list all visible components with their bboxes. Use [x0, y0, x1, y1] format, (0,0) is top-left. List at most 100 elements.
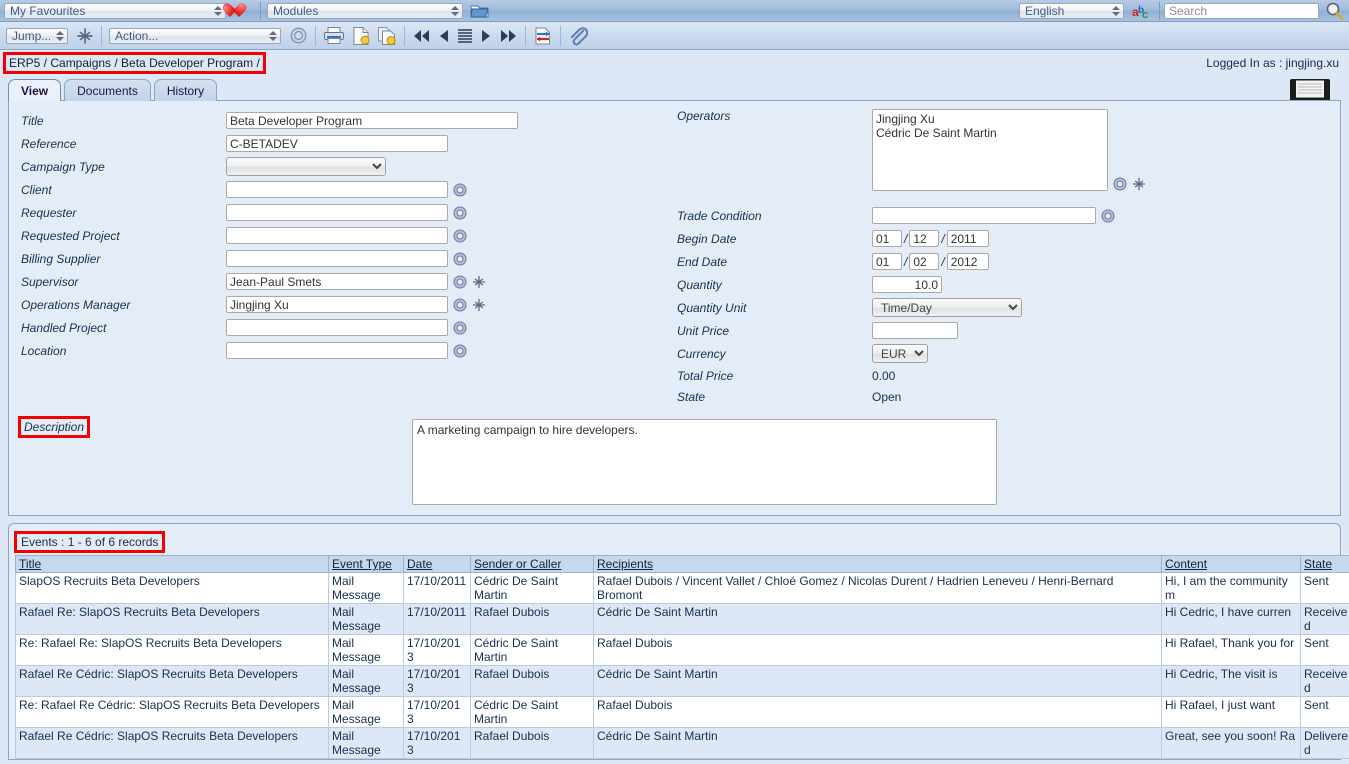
operators-textarea[interactable]: Jingjing Xu Cédric De Saint Martin: [872, 109, 1108, 191]
cell-recipients: Rafael Dubois / Vincent Vallet / Chloé G…: [593, 572, 1162, 604]
column-header-title-label: Title: [19, 557, 42, 571]
quantity-input[interactable]: [872, 276, 942, 293]
unit-price-input[interactable]: [872, 322, 958, 339]
quantity-unit-select[interactable]: Time/Day: [872, 298, 1022, 317]
column-header-event-type[interactable]: Event Type: [328, 555, 404, 573]
tab-documents[interactable]: Documents: [64, 79, 151, 101]
paperclip-icon[interactable]: [568, 26, 588, 46]
print-icon[interactable]: [323, 26, 345, 45]
column-header-title[interactable]: Title: [15, 555, 329, 573]
table-row[interactable]: Re: Rafael Re Cédric: SlapOS Recruits Be…: [15, 696, 1349, 728]
requested-project-input[interactable]: [226, 227, 448, 244]
divider: [1159, 1, 1160, 20]
relation-link-icon[interactable]: [1101, 208, 1115, 223]
end-date-month-input[interactable]: [909, 253, 940, 270]
begin-date-month-input[interactable]: [909, 230, 940, 247]
field-row-requested-project: Requested Project: [21, 224, 669, 247]
modules-select[interactable]: Modules: [267, 2, 463, 19]
list-view-icon[interactable]: [456, 27, 474, 45]
reference-input[interactable]: [226, 135, 448, 152]
jump-select-label: Jump...: [12, 28, 50, 43]
date-separator: /: [904, 231, 908, 246]
relation-link-icon[interactable]: [453, 297, 467, 312]
heart-icon[interactable]: [230, 3, 248, 19]
title-label: Title: [21, 113, 44, 128]
table-row[interactable]: Re: Rafael Re: SlapOS Recruits Beta Deve…: [15, 634, 1349, 666]
relation-link-icon[interactable]: [453, 274, 467, 289]
title-input[interactable]: [226, 112, 518, 129]
relation-link-icon[interactable]: [453, 182, 467, 197]
handled-project-input[interactable]: [226, 319, 448, 336]
location-input[interactable]: [226, 342, 448, 359]
exchange-icon[interactable]: [533, 26, 553, 46]
requester-input[interactable]: [226, 204, 448, 221]
quantity-unit-label: Quantity Unit: [677, 300, 747, 315]
description-textarea[interactable]: A marketing campaign to hire developers.: [412, 419, 998, 505]
breadcrumb[interactable]: ERP5 / Campaigns / Beta Developer Progra…: [3, 52, 266, 74]
last-page-icon[interactable]: [498, 27, 518, 45]
trade-condition-input[interactable]: [872, 207, 1096, 224]
relation-link-icon[interactable]: [453, 320, 467, 335]
begin-date-day-input[interactable]: [872, 230, 902, 247]
column-header-content[interactable]: Content: [1161, 555, 1301, 573]
open-folder-icon[interactable]: [470, 2, 490, 19]
operators-label: Operators: [677, 109, 731, 123]
column-header-recipients[interactable]: Recipients: [593, 555, 1162, 573]
copy-document-icon[interactable]: [377, 26, 397, 46]
cell-recipients: Cédric De Saint Martin: [593, 665, 1162, 697]
begin-date-year-input[interactable]: [946, 230, 989, 247]
end-date-year-input[interactable]: [946, 253, 989, 270]
column-header-date[interactable]: Date: [403, 555, 471, 573]
jump-select[interactable]: Jump...: [6, 27, 68, 44]
workflow-gear-icon[interactable]: [289, 26, 308, 45]
right-field-column: Operators Jingjing Xu Cédric De Saint Ma…: [669, 109, 1340, 407]
table-row[interactable]: Rafael Re Cédric: SlapOS Recruits Beta D…: [15, 665, 1349, 697]
language-select[interactable]: English: [1019, 2, 1124, 19]
campaign-type-select[interactable]: [226, 157, 386, 176]
operations-manager-input[interactable]: [226, 296, 448, 313]
table-row[interactable]: Rafael Re Cédric: SlapOS Recruits Beta D…: [15, 727, 1349, 759]
tab-view[interactable]: View: [8, 79, 62, 101]
billing-supplier-input[interactable]: [226, 250, 448, 267]
table-row[interactable]: Rafael Re: SlapOS Recruits Beta Develope…: [15, 603, 1349, 635]
tab-history[interactable]: History: [153, 79, 218, 101]
location-label: Location: [21, 343, 67, 358]
table-row[interactable]: SlapOS Recruits Beta Developers Mail Mess…: [15, 572, 1349, 604]
relation-link-icon[interactable]: [453, 251, 467, 266]
add-relation-icon[interactable]: [472, 298, 486, 312]
favourites-select[interactable]: My Favourites: [4, 2, 226, 19]
begin-date-label: Begin Date: [677, 231, 737, 246]
action-select-label: Action...: [115, 28, 159, 43]
cell-content: Great, see you soon! Ra: [1161, 727, 1301, 759]
tab-bar: View Documents History: [0, 76, 1349, 101]
action-select[interactable]: Action...: [109, 27, 281, 44]
previous-page-icon[interactable]: [437, 27, 451, 45]
cell-state: Received: [1300, 603, 1349, 635]
export-document-icon[interactable]: [351, 26, 371, 46]
relation-link-icon[interactable]: [1113, 177, 1127, 191]
currency-select[interactable]: EUR: [872, 344, 928, 363]
requester-label: Requester: [21, 205, 77, 220]
column-header-state[interactable]: State: [1300, 555, 1349, 573]
add-relation-icon[interactable]: [1132, 177, 1146, 191]
first-page-icon[interactable]: [412, 27, 432, 45]
campaign-type-label: Campaign Type: [21, 159, 105, 174]
supervisor-input[interactable]: [226, 273, 448, 290]
unit-price-label: Unit Price: [677, 323, 730, 338]
relation-link-icon[interactable]: [453, 228, 467, 243]
state-value: Open: [872, 390, 902, 404]
next-page-icon[interactable]: [479, 27, 493, 45]
relation-link-icon[interactable]: [453, 205, 467, 220]
search-input[interactable]: [1164, 2, 1319, 19]
column-header-sender[interactable]: Sender or Caller: [470, 555, 594, 573]
cell-content: Hi Cedric, I have curren: [1161, 603, 1301, 635]
translate-icon[interactable]: a b c: [1132, 3, 1151, 19]
end-date-day-input[interactable]: [872, 253, 902, 270]
add-relation-icon[interactable]: [472, 275, 486, 289]
column-header-sender-label: Sender or Caller: [474, 557, 562, 571]
relation-link-icon[interactable]: [453, 343, 467, 358]
goto-icon[interactable]: [76, 27, 94, 45]
magnifier-icon[interactable]: [1325, 2, 1345, 20]
field-row-state: State Open: [677, 387, 1340, 407]
client-input[interactable]: [226, 181, 448, 198]
